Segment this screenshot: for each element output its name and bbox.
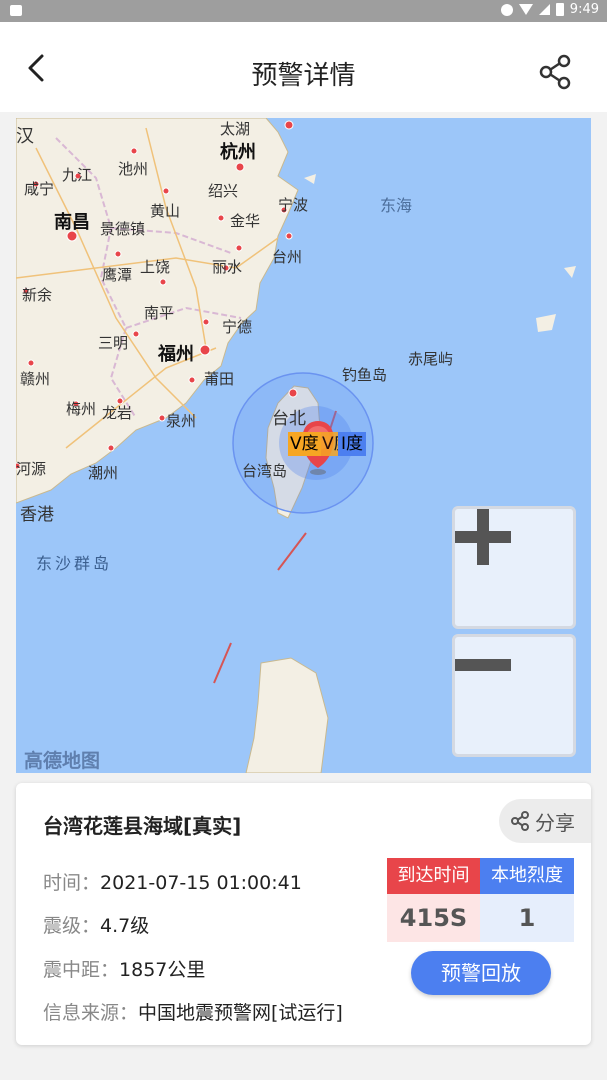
map-label: 池州: [118, 160, 149, 178]
dnd-icon: [500, 3, 513, 16]
replay-button[interactable]: 预警回放: [411, 951, 551, 995]
distance-row: 震中距：1857公里: [43, 955, 205, 982]
minus-icon: [455, 659, 511, 671]
share-icon: [539, 54, 571, 90]
time-label: 时间：: [43, 872, 101, 894]
source-value: 中国地震预警网[试运行]: [138, 1002, 343, 1024]
share-icon: [511, 811, 529, 831]
map-label: 东海: [380, 196, 413, 215]
local-intensity-value: 1: [480, 894, 574, 942]
arrival-time-value: 415S: [387, 894, 480, 942]
map-label: 南昌: [54, 212, 90, 233]
intensity-label-near: I度: [338, 432, 367, 456]
map-label: 潮州: [88, 464, 119, 482]
intensity-label-far: V度: [288, 432, 321, 456]
map-label: 上饶: [140, 258, 171, 276]
share-button[interactable]: [535, 52, 575, 92]
plus-icon: [455, 509, 511, 565]
map-label: 南平: [144, 304, 175, 322]
map-label: 绍兴: [208, 182, 239, 200]
map-label: 三明: [98, 334, 129, 352]
map-label: 九江: [62, 166, 93, 184]
arrival-time-header: 到达时间: [387, 858, 480, 894]
map-label: 龙岩: [102, 404, 133, 422]
source-row: 信息来源：中国地震预警网[试运行]: [43, 998, 343, 1025]
notification-icon: [10, 5, 22, 16]
map-label: 宁德: [222, 318, 253, 336]
map-label: 福州: [158, 344, 194, 365]
map-label: 杭州: [220, 142, 256, 163]
share-label: 分享: [535, 810, 575, 835]
quake-info-card: 台湾花莲县海域[真实] 分享 时间：2021-07-15 01:00:41 震级…: [16, 783, 591, 1045]
signal-icon: [538, 4, 550, 15]
battery-icon: [555, 3, 564, 16]
quake-location-title: 台湾花莲县海域[真实]: [43, 814, 242, 838]
map-label: 黄山: [150, 202, 181, 220]
map-label: 丽水: [212, 258, 243, 276]
map-label: 景德镇: [100, 220, 146, 238]
map-provider-logo: 高德地图: [24, 750, 101, 772]
map-label: 东沙群岛: [36, 554, 113, 573]
map-label: 鹰潭: [102, 266, 133, 284]
time-row: 时间：2021-07-15 01:00:41: [43, 868, 302, 895]
zoom-out-button[interactable]: [452, 634, 576, 757]
time-value: 2021-07-15 01:00:41: [100, 872, 302, 894]
map-label: 河源: [16, 460, 47, 478]
status-icons: 9:49: [500, 2, 599, 17]
map-label: 赤尾屿: [408, 350, 454, 368]
magnitude-row: 震级：4.7级: [43, 911, 149, 938]
map-label: 钓鱼岛: [342, 366, 388, 384]
map-label: 莆田: [204, 370, 235, 388]
local-intensity-header: 本地烈度: [480, 858, 574, 894]
magnitude-label: 震级：: [43, 915, 101, 937]
map-label: 台北: [272, 409, 306, 429]
map-label: 咸宁: [24, 180, 55, 198]
map-label: 宁波: [278, 196, 309, 214]
map-label: 台湾岛: [242, 462, 288, 480]
source-label: 信息来源：: [43, 1002, 139, 1024]
app-header: 预警详情: [0, 22, 607, 112]
share-chip-button[interactable]: 分享: [499, 799, 591, 843]
status-time: 9:49: [569, 2, 599, 17]
map-label: 新余: [22, 286, 53, 304]
wifi-icon: [518, 4, 533, 15]
map-label: 香港: [20, 505, 54, 525]
map-label: 汉: [16, 126, 34, 147]
map-label: 太湖: [220, 120, 251, 138]
zoom-in-button[interactable]: [452, 506, 576, 629]
earthquake-map[interactable]: 汉 太湖 杭州 池州 九江 咸宁 黄山 绍兴 宁波 南昌 景德镇 金华 东海 台…: [16, 118, 591, 773]
map-label: 赣州: [20, 370, 51, 388]
status-bar: 9:49: [0, 0, 607, 22]
map-label: 台州: [272, 248, 303, 266]
page-title: 预警详情: [251, 61, 356, 91]
magnitude-value: 4.7级: [100, 915, 150, 937]
map-label: 泉州: [166, 412, 197, 430]
map-label: 梅州: [66, 400, 97, 418]
map-label: 金华: [230, 212, 261, 230]
distance-value: 1857公里: [119, 959, 206, 981]
distance-label: 震中距：: [43, 959, 120, 981]
